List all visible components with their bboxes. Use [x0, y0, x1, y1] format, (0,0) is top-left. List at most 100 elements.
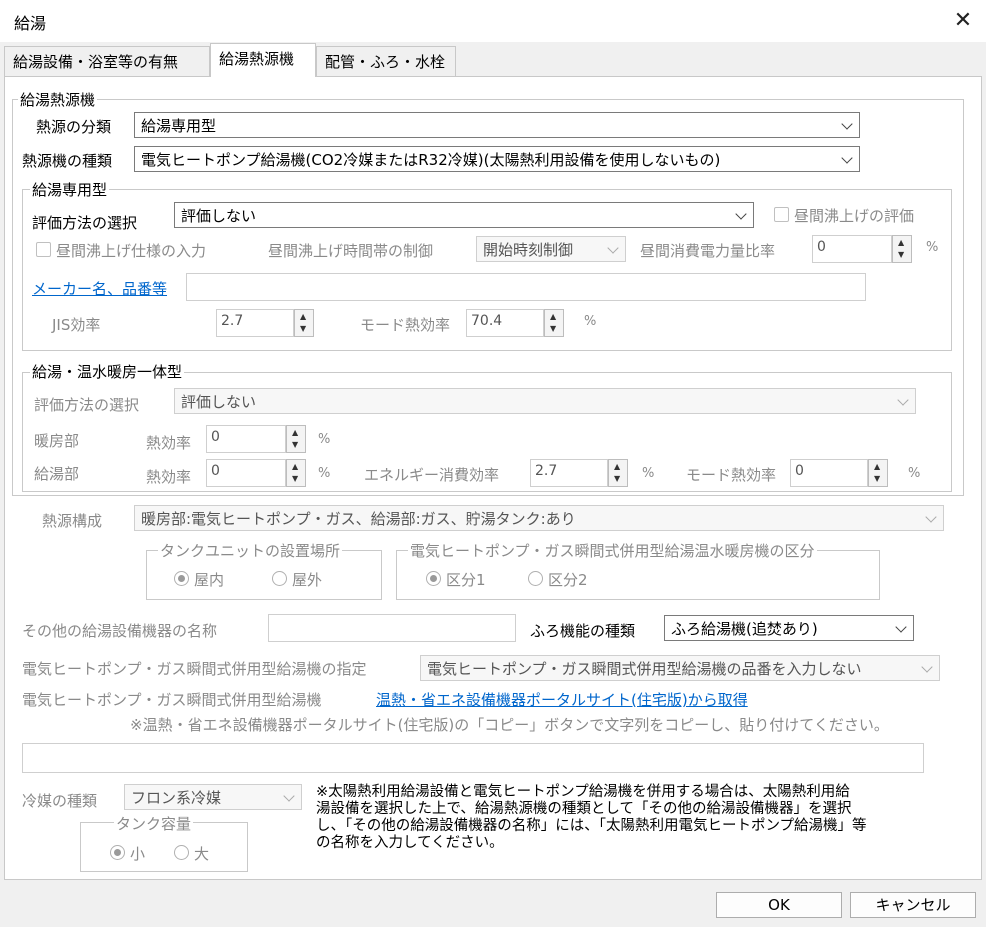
- mode-stepper[interactable]: ▲ ▼: [544, 309, 564, 337]
- notice-line: の名称を入力してください。: [316, 835, 504, 851]
- tab-equipment[interactable]: 給湯設備・浴室等の有無: [4, 46, 210, 76]
- jis-stepper[interactable]: ▲ ▼: [294, 309, 314, 337]
- daytime-power-input[interactable]: 0: [812, 235, 892, 263]
- refrigerant-value: フロン系冷媒: [131, 789, 222, 807]
- percent-unit: %: [318, 432, 331, 447]
- bath-select[interactable]: ふろ給湯機(追焚あり): [664, 615, 914, 641]
- jis-label: JIS効率: [52, 316, 101, 334]
- chevron-down-icon: [607, 241, 619, 255]
- small-radio[interactable]: [110, 845, 125, 860]
- notice-line: ※太陽熱利用給湯設備と電気ヒートポンプ給湯機を併用する場合は、太陽熱利用給: [316, 784, 850, 800]
- hotwater-eff-label: 熱効率: [146, 468, 192, 486]
- integrated-mode-input[interactable]: 0: [790, 459, 868, 487]
- class1-radio[interactable]: [426, 571, 441, 586]
- integrated-mode-stepper[interactable]: ▲ ▼: [868, 459, 888, 487]
- config-label: 熱源構成: [42, 512, 103, 530]
- percent-unit: %: [926, 240, 939, 255]
- category-label: 熱源の分類: [36, 118, 112, 136]
- portal-link[interactable]: 温熱・省エネ設備機器ポータルサイト(住宅版)から取得: [376, 689, 748, 710]
- other-name-input[interactable]: [268, 614, 516, 642]
- heating-eff-label: 熱効率: [146, 434, 192, 452]
- other-name-label: その他の給湯設備機器の名称: [22, 622, 218, 640]
- energy-stepper[interactable]: ▲ ▼: [608, 459, 628, 487]
- tab-heat-source[interactable]: 給湯熱源機: [210, 43, 316, 77]
- chevron-down-icon: [921, 660, 933, 674]
- outdoor-radio[interactable]: [272, 571, 287, 586]
- daytime-control-value: 開始時刻制御: [483, 241, 574, 259]
- maker-input[interactable]: [186, 273, 866, 301]
- eval-method-select[interactable]: 評価しない: [174, 202, 754, 228]
- daytime-control-label: 昼間沸上げ時間帯の制御: [268, 242, 434, 260]
- small-label: 小: [130, 845, 146, 863]
- config-select[interactable]: 暖房部:電気ヒートポンプ・ガス、給湯部:ガス、貯湯タンク:あり: [134, 505, 944, 531]
- percent-unit: %: [642, 466, 655, 481]
- hotwater-label: 給湯部: [34, 465, 80, 483]
- heat-source-legend: 給湯熱源機: [18, 89, 98, 110]
- indoor-radio[interactable]: [174, 571, 189, 586]
- hybrid-spec-label: 電気ヒートポンプ・ガス瞬間式併用型給湯機の指定: [22, 660, 367, 678]
- heating-eff-stepper[interactable]: ▲ ▼: [286, 425, 306, 453]
- refrigerant-label: 冷媒の種類: [22, 792, 98, 810]
- bath-value: ふろ給湯機(追焚あり): [671, 620, 818, 638]
- mode-label: モード熱効率: [360, 316, 451, 334]
- jis-input[interactable]: 2.7: [216, 309, 294, 337]
- solar-notice: ※太陽熱利用給湯設備と電気ヒートポンプ給湯機を併用する場合は、太陽熱利用給 湯設…: [316, 784, 956, 852]
- chevron-down-icon: [895, 620, 907, 634]
- energy-input[interactable]: 2.7: [530, 459, 608, 487]
- class2-label: 区分2: [548, 571, 588, 589]
- daytime-spec-checkbox[interactable]: [36, 242, 51, 257]
- hybrid-spec-select[interactable]: 電気ヒートポンプ・ガス瞬間式併用型給湯機の品番を入力しない: [420, 655, 940, 681]
- percent-unit: %: [318, 466, 331, 481]
- cancel-button[interactable]: キャンセル: [850, 892, 976, 918]
- daytime-spec-label: 昼間沸上げ仕様の入力: [56, 242, 207, 260]
- chevron-down-icon: [841, 151, 853, 165]
- indoor-label: 屋内: [194, 571, 225, 589]
- percent-unit: %: [584, 314, 597, 329]
- tank-unit-legend: タンクユニットの設置場所: [158, 540, 343, 561]
- class1-label: 区分1: [446, 571, 486, 589]
- chevron-down-icon: [735, 207, 747, 221]
- daytime-control-select[interactable]: 開始時刻制御: [476, 236, 626, 262]
- heating-eff-input[interactable]: 0: [206, 425, 286, 453]
- ok-button[interactable]: OK: [716, 892, 842, 918]
- type-select[interactable]: 電気ヒートポンプ給湯機(CO2冷媒またはR32冷媒)(太陽熱利用設備を使用しない…: [134, 146, 860, 172]
- chevron-down-icon: [841, 117, 853, 131]
- close-icon[interactable]: ✕: [948, 6, 978, 36]
- chevron-down-icon: [925, 510, 937, 524]
- hybrid-class-legend: 電気ヒートポンプ・ガス瞬間式併用型給湯温水暖房機の区分: [408, 540, 817, 561]
- hotwater-eff-input[interactable]: 0: [206, 459, 286, 487]
- heating-label: 暖房部: [34, 432, 80, 450]
- type-value: 電気ヒートポンプ給湯機(CO2冷媒またはR32冷媒)(太陽熱利用設備を使用しない…: [141, 151, 721, 169]
- chevron-down-icon: [283, 789, 295, 803]
- mode-input[interactable]: 70.4: [466, 309, 544, 337]
- portal-note: ※温熱・省エネ設備機器ポータルサイト(住宅版)の「コピー」ボタンで文字列をコピー…: [130, 716, 889, 734]
- bath-label: ふろ機能の種類: [530, 622, 636, 640]
- integrated-mode-label: モード熱効率: [686, 466, 777, 484]
- tab-piping[interactable]: 配管・ふろ・水栓: [316, 46, 456, 76]
- notice-line: 湯設備を選択した上で、給湯熱源機の種類として「その他の給湯設備機器」を選択: [316, 801, 852, 817]
- hotwater-eff-stepper[interactable]: ▲ ▼: [286, 459, 306, 487]
- integrated-eval-label: 評価方法の選択: [34, 396, 140, 414]
- chevron-down-icon: [897, 393, 909, 407]
- config-value: 暖房部:電気ヒートポンプ・ガス、給湯部:ガス、貯湯タンク:あり: [141, 510, 576, 528]
- eval-method-label: 評価方法の選択: [32, 214, 138, 232]
- daytime-power-stepper[interactable]: ▲ ▼: [892, 235, 912, 263]
- daytime-power-label: 昼間消費電力量比率: [640, 242, 776, 260]
- daytime-eval-label: 昼間沸上げの評価: [794, 207, 915, 225]
- percent-unit: %: [908, 466, 921, 481]
- hybrid-spec-value: 電気ヒートポンプ・ガス瞬間式併用型給湯機の品番を入力しない: [427, 660, 862, 678]
- paste-input[interactable]: [22, 743, 924, 773]
- notice-line: し、「その他の給湯設備機器の名称」には、「太陽熱利用電気ヒートポンプ給湯機」等: [316, 818, 867, 834]
- window-title: 給湯: [14, 14, 47, 33]
- title-bar: 給湯 ✕: [0, 0, 986, 42]
- eval-method-value: 評価しない: [181, 207, 257, 225]
- integrated-eval-value: 評価しない: [181, 393, 257, 411]
- category-select[interactable]: 給湯専用型: [134, 112, 860, 138]
- maker-link[interactable]: メーカー名、品番等: [32, 278, 167, 299]
- integrated-eval-select[interactable]: 評価しない: [174, 388, 916, 414]
- large-radio[interactable]: [174, 845, 189, 860]
- category-value: 給湯専用型: [141, 117, 217, 135]
- refrigerant-select[interactable]: フロン系冷媒: [124, 784, 302, 810]
- daytime-eval-checkbox[interactable]: [774, 207, 789, 222]
- class2-radio[interactable]: [528, 571, 543, 586]
